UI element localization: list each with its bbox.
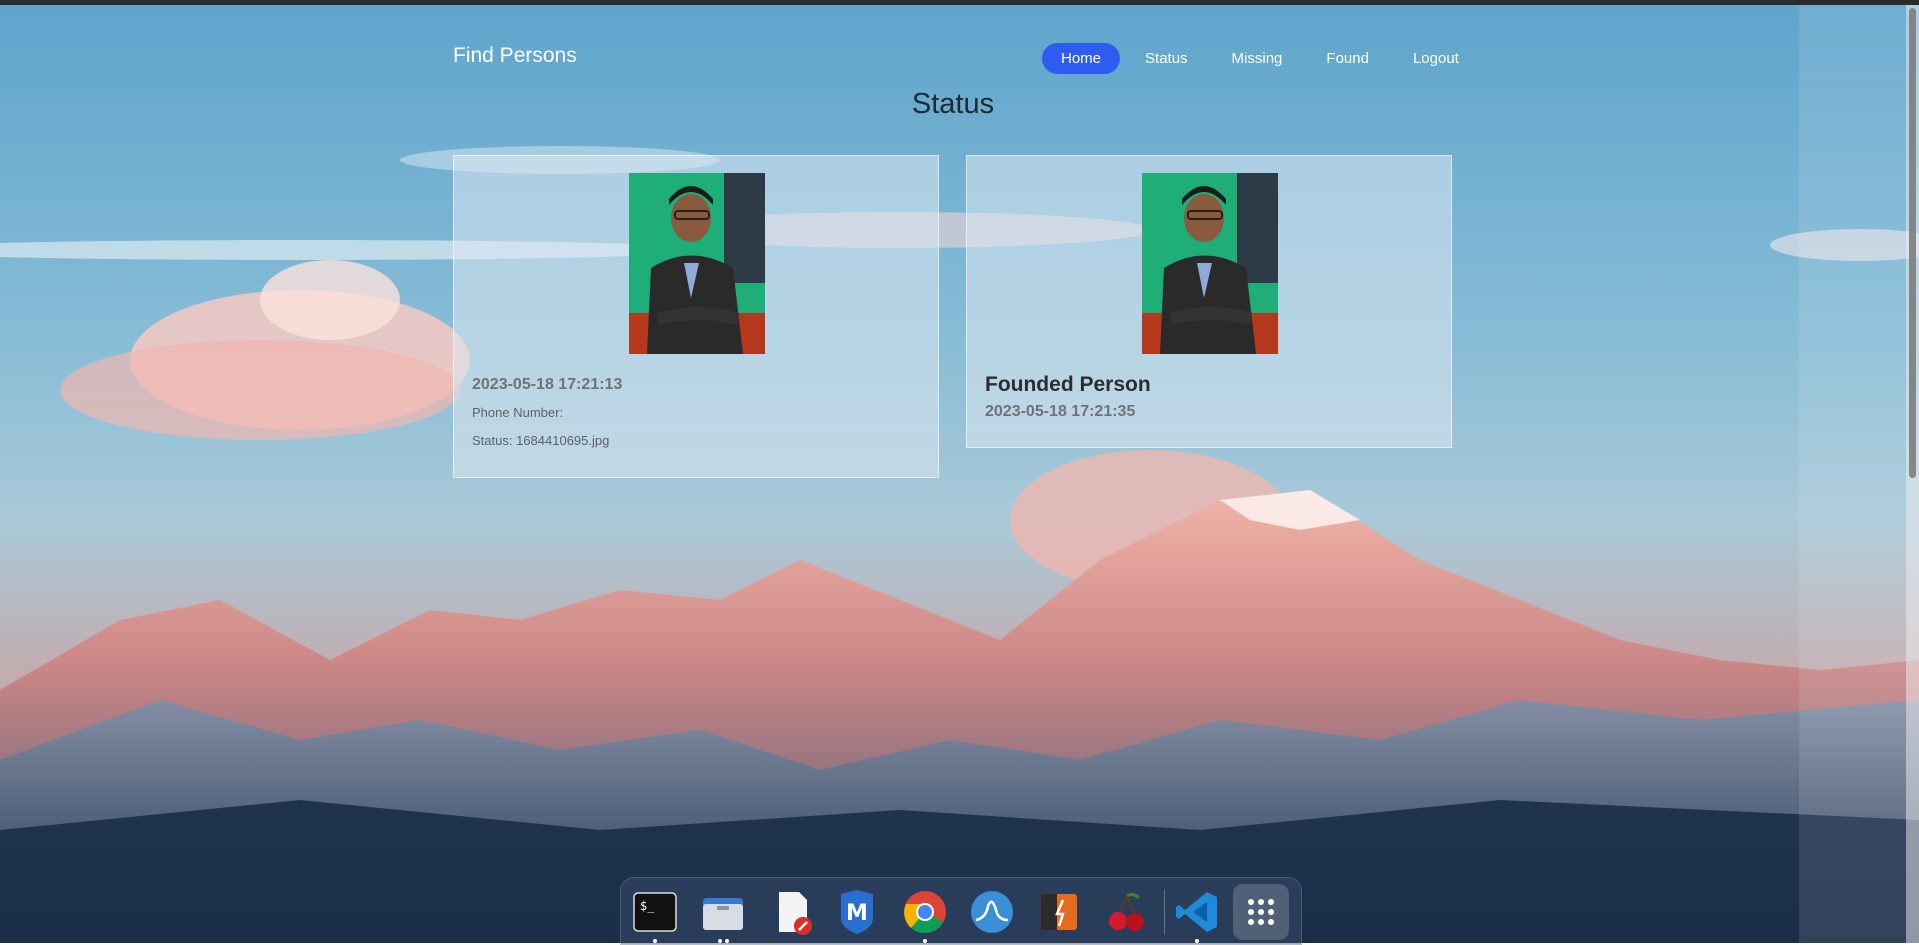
burpsuite-icon[interactable]	[1035, 888, 1083, 936]
missing-datetime: 2023-05-18 17:21:13	[472, 376, 623, 393]
window-top-bar	[0, 0, 1919, 5]
files-icon[interactable]	[699, 888, 747, 936]
page-title: Status	[911, 88, 995, 120]
dock-separator	[1164, 890, 1165, 934]
nav-missing[interactable]: Missing	[1213, 43, 1302, 74]
nav-bar: Home Status Missing Found Logout	[1042, 43, 1484, 74]
nav-status[interactable]: Status	[1126, 43, 1207, 74]
found-datetime: 2023-05-18 17:21:35	[985, 403, 1136, 420]
running-indicator	[725, 939, 729, 943]
app-grid-icon[interactable]	[1233, 884, 1289, 940]
cherrytree-icon[interactable]	[1103, 888, 1151, 936]
svg-text:M: M	[846, 901, 868, 926]
svg-text:$_: $_	[640, 899, 655, 913]
metasploit-icon[interactable]: M	[833, 888, 881, 936]
wireshark-icon[interactable]	[968, 888, 1016, 936]
nav-found[interactable]: Found	[1307, 43, 1388, 74]
person-photo	[629, 173, 765, 354]
person-photo	[1142, 173, 1278, 354]
text-editor-icon[interactable]	[767, 888, 815, 936]
missing-person-card: 2023-05-18 17:21:13 Phone Number: Status…	[453, 155, 939, 478]
found-heading: Founded Person	[985, 373, 1151, 396]
running-indicator	[923, 939, 927, 943]
terminal-icon[interactable]: $_	[631, 888, 679, 936]
brand-link[interactable]: Find Persons	[453, 44, 577, 68]
running-indicator	[1195, 939, 1199, 943]
mountain-background	[0, 0, 1919, 943]
phone-number-label: Phone Number:	[472, 405, 564, 420]
status-text: Status: 1684410695.jpg	[472, 433, 610, 448]
scrollbar-thumb[interactable]	[1909, 8, 1916, 478]
page-edge	[1799, 5, 1906, 943]
nav-home[interactable]: Home	[1042, 43, 1121, 74]
running-indicator	[718, 939, 722, 943]
dock: $_ M	[620, 877, 1302, 945]
chrome-icon[interactable]	[901, 888, 949, 936]
vscode-icon[interactable]	[1173, 888, 1221, 936]
found-person-card: Founded Person 2023-05-18 17:21:35	[966, 155, 1452, 448]
nav-logout[interactable]: Logout	[1394, 43, 1478, 74]
running-indicator	[653, 939, 657, 943]
